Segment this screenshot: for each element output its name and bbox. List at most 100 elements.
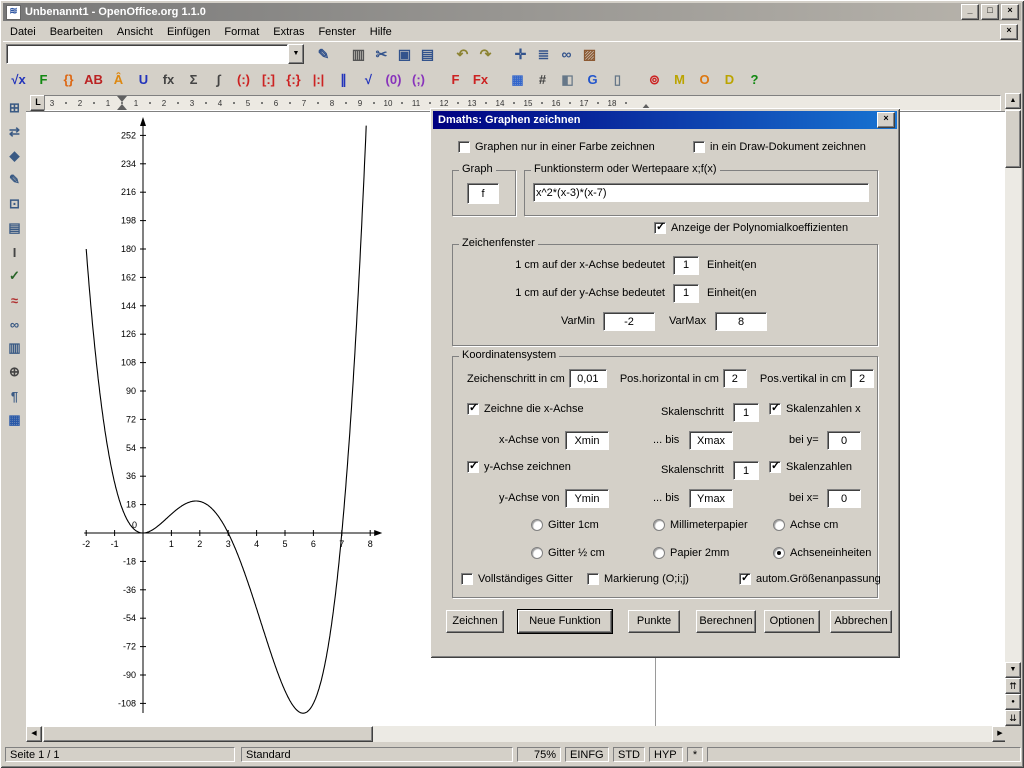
nonprinting-characters-icon[interactable]: ¶ (4, 386, 25, 406)
optionen-button[interactable]: Optionen (764, 610, 820, 633)
cut-icon[interactable]: ✂ (370, 43, 393, 65)
menu-einfuegen[interactable]: Einfügen (160, 24, 217, 40)
radio-circle[interactable] (531, 547, 543, 559)
radio-circle[interactable] (653, 519, 665, 531)
dm-help-icon[interactable]: ? (742, 68, 767, 91)
dm-graph-grid-icon[interactable]: ▦ (505, 68, 530, 91)
zoom-icon[interactable]: ⊕ (4, 362, 25, 382)
dm-sqrt-icon[interactable]: √ (356, 68, 381, 91)
paste-icon[interactable]: ▤ (416, 43, 439, 65)
checkbox-draw-document[interactable]: in ein Draw-Dokument zeichnen (693, 141, 866, 153)
y-skalenschritt-input[interactable] (733, 461, 759, 480)
horizontal-scrollbar[interactable]: ◀ ▶ (26, 726, 1008, 742)
y-unit-input[interactable] (673, 284, 699, 303)
y-achse-bis-input[interactable] (689, 489, 733, 508)
print-file-icon[interactable]: ▥ (347, 43, 370, 65)
status-zoom[interactable]: 75% (517, 747, 561, 762)
radio-achseneinheiten[interactable]: Achseneinheiten (773, 547, 871, 559)
dm-function-fx-red-icon[interactable]: Fx (468, 68, 493, 91)
edit-file-icon[interactable]: ✎ (312, 43, 335, 65)
redo-icon[interactable]: ↷ (474, 43, 497, 65)
checkbox-autom-groessenanpassung[interactable]: autom.Größenanpassung (739, 573, 881, 585)
close-button[interactable]: × (1001, 4, 1019, 20)
bei-y-input[interactable] (827, 431, 861, 450)
find-replace-icon[interactable]: ∞ (4, 314, 25, 334)
checkbox-box[interactable] (739, 573, 751, 585)
menu-ansicht[interactable]: Ansicht (110, 24, 160, 40)
radio-circle[interactable] (773, 547, 785, 559)
radio-circle[interactable] (531, 519, 543, 531)
combo-dropdown-icon[interactable]: ▼ (288, 44, 304, 64)
auto-spellcheck-icon[interactable]: ≈ (4, 290, 25, 310)
dm-overline-ab-icon[interactable]: AB (81, 68, 106, 91)
checkbox-box[interactable] (461, 573, 473, 585)
scroll-down-icon[interactable]: ▼ (1005, 662, 1021, 678)
dm-m-icon[interactable]: M (667, 68, 692, 91)
status-insert-mode[interactable]: EINFG (565, 747, 609, 762)
menu-hilfe[interactable]: Hilfe (363, 24, 399, 40)
dm-function-f-red-icon[interactable]: F (443, 68, 468, 91)
dm-formula-f-icon[interactable]: F (31, 68, 56, 91)
checkbox-single-color[interactable]: Graphen nur in einer Farbe zeichnen (458, 141, 655, 153)
dm-integral-icon[interactable]: ∫ (206, 68, 231, 91)
pos-horizontal-input[interactable] (723, 369, 747, 388)
data-sources-icon[interactable]: ▥ (4, 338, 25, 358)
checkbox-x-scale-numbers[interactable]: Skalenzahlen x (769, 403, 861, 415)
dm-beamer-icon[interactable]: ◧ (555, 68, 580, 91)
dm-interval-icon[interactable]: (;) (406, 68, 431, 91)
status-page[interactable]: Seite 1 / 1 (5, 747, 235, 762)
varmax-input[interactable] (715, 312, 767, 331)
zeichenschritt-input[interactable] (569, 369, 607, 388)
dm-brackets-icon[interactable]: [:] (256, 68, 281, 91)
x-skalenschritt-input[interactable] (733, 403, 759, 422)
vertical-scrollbar[interactable]: ▲ ▼ ⇈ ● ⇊ (1005, 93, 1021, 726)
scroll-up-icon[interactable]: ▲ (1005, 93, 1021, 109)
dm-set-braces-icon[interactable]: {:} (281, 68, 306, 91)
dm-d-icon[interactable]: D (717, 68, 742, 91)
dm-red-dot-icon[interactable]: ⊚ (642, 68, 667, 91)
status-hyperlink-mode[interactable]: HYP (649, 747, 683, 762)
navigator-icon[interactable]: ✛ (509, 43, 532, 65)
direct-cursor-icon[interactable]: I (4, 242, 25, 262)
varmin-input[interactable] (603, 312, 655, 331)
first-line-indent-marker[interactable] (117, 96, 127, 102)
checkbox-box[interactable] (654, 222, 666, 234)
dm-fx-icon[interactable]: fx (156, 68, 181, 91)
checkbox-box[interactable] (769, 403, 781, 415)
dm-o-icon[interactable]: O (692, 68, 717, 91)
radio-gitter-halb-cm[interactable]: Gitter ½ cm (531, 547, 605, 559)
dm-grid-dark-icon[interactable]: # (530, 68, 555, 91)
insert-icon[interactable]: ⊞ (4, 98, 25, 118)
x-achse-von-input[interactable] (565, 431, 609, 450)
insert-objects-icon[interactable]: ◆ (4, 146, 25, 166)
status-selection-mode[interactable]: STD (613, 747, 645, 762)
bei-x-input[interactable] (827, 489, 861, 508)
navigation-icon[interactable]: ● (1005, 694, 1021, 710)
checkbox-box[interactable] (467, 403, 479, 415)
left-indent-marker[interactable] (117, 104, 127, 110)
status-page-style[interactable]: Standard (241, 747, 513, 762)
insert-fields-icon[interactable]: ⇄ (4, 122, 25, 142)
draw-functions-icon[interactable]: ✎ (4, 170, 25, 190)
checkbox-polynomial-coefficients[interactable]: Anzeige der Polynomialkoeffizienten (654, 222, 848, 234)
undo-icon[interactable]: ↶ (451, 43, 474, 65)
x-achse-bis-input[interactable] (689, 431, 733, 450)
checkbox-markierung[interactable]: Markierung (O;i;j) (587, 573, 689, 585)
dm-interval-open-icon[interactable]: (0) (381, 68, 406, 91)
dm-braces-icon[interactable]: {} (56, 68, 81, 91)
dialog-close-button[interactable]: × (877, 112, 895, 128)
checkbox-vollstaendiges-gitter[interactable]: Vollständiges Gitter (461, 573, 573, 585)
checkbox-draw-x-axis[interactable]: Zeichne die x-Achse (467, 403, 584, 415)
copy-icon[interactable]: ▣ (393, 43, 416, 65)
checkbox-box[interactable] (467, 461, 479, 473)
funktionsterm-input[interactable] (533, 183, 869, 202)
checkbox-box[interactable] (769, 461, 781, 473)
dm-sqrt-x-icon[interactable]: √x (6, 68, 31, 91)
minimize-button[interactable]: _ (961, 4, 979, 20)
dm-parens-icon[interactable]: (:) (231, 68, 256, 91)
dialog-titlebar[interactable]: Dmaths: Graphen zeichnen × (433, 111, 897, 129)
checkbox-box[interactable] (693, 141, 705, 153)
radio-circle[interactable] (653, 547, 665, 559)
radio-gitter-1cm[interactable]: Gitter 1cm (531, 519, 599, 531)
checkbox-box[interactable] (458, 141, 470, 153)
